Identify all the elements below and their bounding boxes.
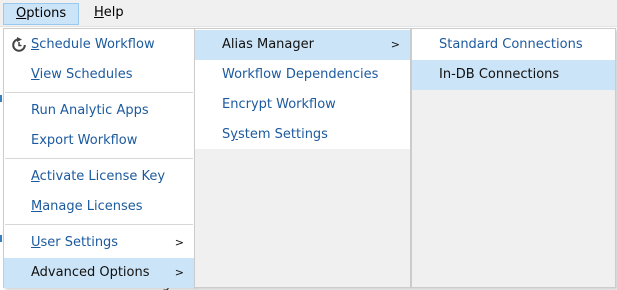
activate-mnemonic: A	[31, 169, 40, 184]
menu-options[interactable]: Options	[3, 3, 79, 25]
menu-options-label: ptions	[26, 6, 67, 21]
schedule-icon	[12, 37, 26, 52]
user-settings-mnemonic: U	[31, 235, 41, 250]
manage-label: anage Licenses	[42, 199, 143, 214]
canvas-marker	[0, 95, 2, 102]
menu-item-view-schedules[interactable]: View Schedules	[4, 60, 194, 90]
menu-bar: Options Help	[0, 0, 617, 27]
menu-item-export-workflow[interactable]: Export Workflow	[4, 126, 194, 156]
menu-item-activate-license-key[interactable]: Activate License Key	[4, 162, 194, 192]
menu-item-indb-connections[interactable]: In-DB Connections	[412, 60, 615, 90]
submenu-arrow-icon: >	[390, 38, 400, 51]
system-settings-mnemonic: y	[230, 127, 238, 142]
advanced-options-label: Advanced Options	[31, 265, 150, 280]
menu-item-encrypt-workflow[interactable]: Encrypt Workflow	[195, 90, 410, 120]
menu-options-mnemonic: O	[16, 6, 27, 21]
menu-item-alias-manager[interactable]: Alias Manager >	[195, 30, 410, 60]
activate-label: ctivate License Key	[39, 169, 166, 184]
menu-item-user-settings[interactable]: User Settings >	[4, 228, 194, 258]
alias-manager-submenu: Standard Connections In-DB Connections	[411, 28, 616, 288]
manage-mnemonic: M	[31, 199, 43, 214]
menu-separator	[5, 158, 193, 159]
advanced-options-submenu: Alias Manager > Workflow Dependencies Enc…	[194, 28, 411, 288]
menu-item-system-settings[interactable]: System Settings	[195, 120, 410, 150]
menu-item-standard-connections[interactable]: Standard Connections	[412, 30, 615, 60]
menu-item-schedule-workflow[interactable]: Schedule Workflow	[4, 30, 194, 60]
view-schedules-label: iew Schedules	[39, 67, 133, 82]
menu-help-label: elp	[103, 5, 124, 20]
submenu-arrow-icon: >	[174, 266, 184, 279]
alias-manager-label: Alias Manager	[222, 37, 314, 52]
submenu-arrow-icon: >	[174, 236, 184, 249]
view-schedules-mnemonic: V	[31, 67, 40, 82]
schedule-label: chedule Workflow	[39, 37, 155, 52]
menu-help-mnemonic: H	[94, 5, 104, 20]
options-menu: Schedule Workflow View Schedules Run Ana…	[3, 28, 195, 288]
menu-item-run-analytic-apps[interactable]: Run Analytic Apps	[4, 96, 194, 126]
menu-item-workflow-dependencies[interactable]: Workflow Dependencies	[195, 60, 410, 90]
menu-item-advanced-options[interactable]: Advanced Options >	[4, 258, 194, 288]
menu-item-manage-licenses[interactable]: Manage Licenses	[4, 192, 194, 222]
menu-separator	[5, 224, 193, 225]
menu-separator	[5, 92, 193, 93]
system-settings-label: stem Settings	[237, 127, 328, 142]
canvas-marker	[0, 235, 2, 242]
user-settings-label: ser Settings	[40, 235, 119, 250]
menu-help[interactable]: Help	[82, 3, 140, 25]
